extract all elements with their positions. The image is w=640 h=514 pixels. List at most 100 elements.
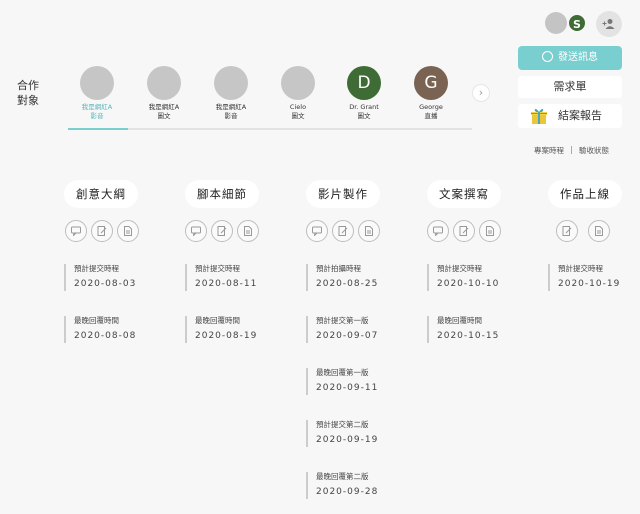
partner-name: Dr. Grant bbox=[349, 103, 379, 111]
timeline-entry: 預計提交時程 2020-08-03 bbox=[64, 264, 136, 291]
avatar[interactable]: S bbox=[567, 13, 587, 33]
partner-name: 我是網紅A bbox=[215, 103, 247, 111]
partner-avatar bbox=[214, 66, 248, 100]
comment-icon bbox=[191, 226, 201, 236]
request-form-button[interactable]: 需求單 bbox=[518, 76, 622, 98]
add-user-button[interactable] bbox=[596, 11, 622, 37]
stage-actions bbox=[65, 220, 143, 242]
edit-button[interactable] bbox=[332, 220, 354, 242]
stage-actions bbox=[306, 220, 384, 242]
partner-avatar: D bbox=[347, 66, 381, 100]
stage-title[interactable]: 影片製作 bbox=[306, 180, 380, 208]
header-links: 專案時程 驗收狀態 bbox=[534, 145, 609, 156]
timeline-entry: 預計提交時程 2020-10-10 bbox=[427, 264, 499, 291]
partner-item[interactable]: Cielo 圖文 bbox=[268, 66, 328, 121]
partner-type: 影音 bbox=[224, 112, 238, 120]
entry-date: 2020-09-28 bbox=[316, 487, 379, 497]
final-report-button[interactable]: 結案報告 bbox=[518, 104, 622, 128]
partner-item[interactable]: 我是網紅A 影音 bbox=[67, 66, 127, 121]
timeline-entry: 最晚回覆時間 2020-08-19 bbox=[185, 316, 257, 343]
entry-date: 2020-08-19 bbox=[195, 331, 258, 341]
edit-button[interactable] bbox=[453, 220, 475, 242]
entry-date: 2020-09-11 bbox=[316, 383, 379, 393]
entry-label: 最晚回覆時間 bbox=[74, 316, 119, 325]
document-button[interactable] bbox=[479, 220, 501, 242]
comment-button[interactable] bbox=[306, 220, 328, 242]
document-button[interactable] bbox=[117, 220, 139, 242]
stage-actions bbox=[556, 220, 614, 242]
stage-title[interactable]: 作品上線 bbox=[548, 180, 622, 208]
entry-label: 預計提交第二版 bbox=[316, 420, 369, 429]
entry-label: 預計提交時程 bbox=[437, 264, 482, 273]
document-button[interactable] bbox=[358, 220, 380, 242]
partner-avatar: G bbox=[414, 66, 448, 100]
document-button[interactable] bbox=[588, 220, 610, 242]
partners-scrollbar[interactable] bbox=[68, 128, 472, 130]
project-schedule-link[interactable]: 專案時程 bbox=[534, 146, 564, 155]
entry-date: 2020-08-25 bbox=[316, 279, 379, 289]
partner-name: 我是網紅A bbox=[81, 103, 113, 111]
entry-label: 預計提交時程 bbox=[558, 264, 603, 273]
timeline-entry: 預計提交時程 2020-10-19 bbox=[548, 264, 620, 291]
stage-title[interactable]: 文案撰寫 bbox=[427, 180, 501, 208]
edit-document-icon bbox=[97, 226, 107, 236]
document-icon bbox=[486, 226, 494, 236]
entry-label: 預計提交第一版 bbox=[316, 316, 369, 325]
partner-avatar bbox=[147, 66, 181, 100]
add-user-icon bbox=[602, 19, 615, 29]
timeline-entry: 最晚回覆第二版 2020-09-28 bbox=[306, 472, 378, 499]
stage-actions bbox=[427, 220, 505, 242]
entry-date: 2020-09-07 bbox=[316, 331, 379, 341]
edit-document-icon bbox=[338, 226, 348, 236]
stage-actions bbox=[185, 220, 263, 242]
entry-label: 最晚回覆第一版 bbox=[316, 368, 369, 377]
entry-date: 2020-08-11 bbox=[195, 279, 258, 289]
document-icon bbox=[595, 226, 603, 236]
timeline-entry: 預計提交第二版 2020-09-19 bbox=[306, 420, 378, 447]
document-icon bbox=[124, 226, 132, 236]
comment-button[interactable] bbox=[185, 220, 207, 242]
partner-type: 圖文 bbox=[291, 112, 305, 120]
partner-item[interactable]: 我是網紅A 影音 bbox=[201, 66, 261, 121]
comment-icon bbox=[312, 226, 322, 236]
partner-type: 圖文 bbox=[357, 112, 371, 120]
top-avatars: S bbox=[545, 12, 587, 36]
partner-type: 直播 bbox=[424, 112, 438, 120]
send-message-label: 發送訊息 bbox=[558, 52, 598, 63]
partner-item[interactable]: G George 直播 bbox=[401, 66, 461, 121]
partner-type: 圖文 bbox=[157, 112, 171, 120]
avatar[interactable] bbox=[545, 12, 567, 34]
entry-label: 預計提交時程 bbox=[195, 264, 240, 273]
stage-title[interactable]: 創意大綱 bbox=[64, 180, 138, 208]
entry-date: 2020-08-08 bbox=[74, 331, 137, 341]
partner-item[interactable]: 我是網紅A 圖文 bbox=[134, 66, 194, 121]
document-button[interactable] bbox=[237, 220, 259, 242]
entry-date: 2020-08-03 bbox=[74, 279, 137, 289]
next-partner-button[interactable]: › bbox=[472, 84, 490, 102]
partner-avatar bbox=[80, 66, 114, 100]
comment-button[interactable] bbox=[427, 220, 449, 242]
entry-date: 2020-10-19 bbox=[558, 279, 621, 289]
comment-icon bbox=[71, 226, 81, 236]
comment-button[interactable] bbox=[65, 220, 87, 242]
entry-date: 2020-10-10 bbox=[437, 279, 500, 289]
acceptance-status-link[interactable]: 驗收狀態 bbox=[579, 146, 609, 155]
chat-icon bbox=[542, 51, 553, 62]
send-message-button[interactable]: 發送訊息 bbox=[518, 46, 622, 70]
edit-document-icon bbox=[562, 226, 572, 236]
partner-item[interactable]: D Dr. Grant 圖文 bbox=[334, 66, 394, 121]
chevron-right-icon: › bbox=[478, 86, 484, 99]
final-report-label: 結案報告 bbox=[558, 109, 602, 122]
gift-icon bbox=[531, 108, 547, 124]
partners-label: 合作對象 bbox=[17, 79, 39, 107]
entry-label: 預計提交時程 bbox=[74, 264, 119, 273]
stage-title[interactable]: 腳本細節 bbox=[185, 180, 259, 208]
scroll-thumb[interactable] bbox=[68, 128, 128, 130]
edit-button[interactable] bbox=[91, 220, 113, 242]
divider bbox=[571, 146, 572, 154]
entry-label: 預計拍攝時程 bbox=[316, 264, 361, 273]
timeline-entry: 預計提交時程 2020-08-11 bbox=[185, 264, 257, 291]
edit-button[interactable] bbox=[556, 220, 578, 242]
edit-button[interactable] bbox=[211, 220, 233, 242]
timeline-entry: 預計提交第一版 2020-09-07 bbox=[306, 316, 378, 343]
